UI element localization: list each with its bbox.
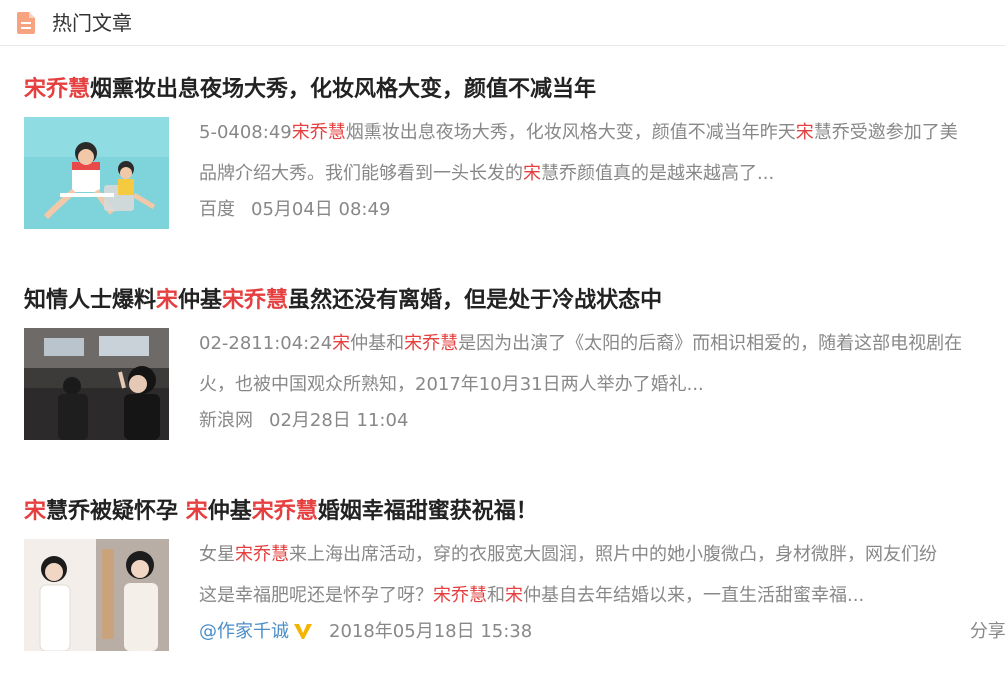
article-meta: 新浪网 02月28日 11:04 <box>199 406 408 436</box>
article-item[interactable]: 宋乔慧烟熏妆出息夜场大秀，化妆风格大变，颜值不减当年 5-0408:49宋乔慧烟… <box>0 74 1005 274</box>
article-thumbnail[interactable] <box>24 117 169 229</box>
article-date: 2018年05月18日 15:38 <box>329 621 533 642</box>
article-item[interactable]: 宋慧乔被疑怀孕 宋仲基宋乔慧婚姻幸福甜蜜获祝福！ 女星宋乔慧来上海出席活动，穿的… <box>0 496 1005 696</box>
article-date: 05月04日 08:49 <box>251 199 391 220</box>
verified-v-icon <box>294 624 312 639</box>
article-source: 新浪网 <box>199 410 253 431</box>
share-button[interactable]: 分享 2 <box>970 617 1005 647</box>
article-item[interactable]: 知情人士爆料宋仲基宋乔慧虽然还没有离婚，但是处于冷战状态中 02-2811:04… <box>0 285 1005 485</box>
article-summary: 02-2811:04:24宋仲基和宋乔慧是因为出演了《太阳的后裔》而相识相爱的，… <box>199 333 963 395</box>
article-date: 02月28日 11:04 <box>269 410 409 431</box>
article-source: 百度 <box>199 199 235 220</box>
article-title[interactable]: 宋乔慧烟熏妆出息夜场大秀，化妆风格大变，颜值不减当年 <box>24 74 596 106</box>
article-meta: @作家千诚 2018年05月18日 15:38 <box>199 617 532 647</box>
article-meta: 百度 05月04日 08:49 <box>199 195 390 225</box>
article-summary: 女星宋乔慧来上海出席活动，穿的衣服宽大圆润，照片中的她小腹微凸，身材微胖，网友们… <box>199 544 937 606</box>
article-thumbnail[interactable] <box>24 539 169 651</box>
document-icon <box>17 12 35 34</box>
article-title[interactable]: 知情人士爆料宋仲基宋乔慧虽然还没有离婚，但是处于冷战状态中 <box>24 285 662 317</box>
section-header: 热门文章 <box>0 0 1005 46</box>
author-link[interactable]: @作家千诚 <box>199 621 289 642</box>
article-summary: 5-0408:49宋乔慧烟熏妆出息夜场大秀，化妆风格大变，颜值不减当年昨天宋慧乔… <box>199 122 958 184</box>
section-title: 热门文章 <box>52 11 132 35</box>
highlight-keyword: 宋乔慧 <box>24 77 91 102</box>
article-title[interactable]: 宋慧乔被疑怀孕 宋仲基宋乔慧婚姻幸福甜蜜获祝福！ <box>24 496 538 528</box>
article-thumbnail[interactable] <box>24 328 169 440</box>
